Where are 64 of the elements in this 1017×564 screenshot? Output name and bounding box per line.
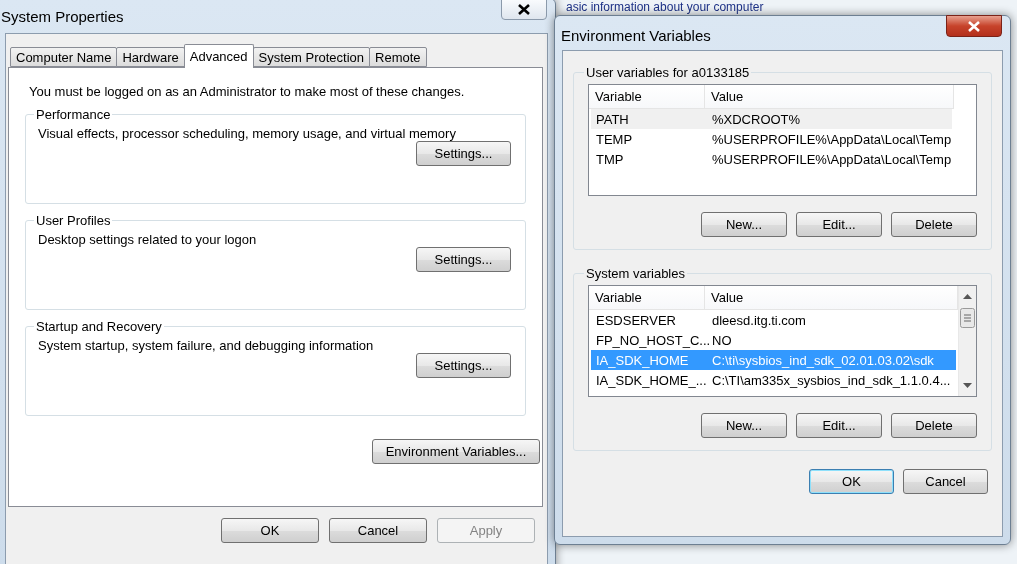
- window-title: Environment Variables: [561, 26, 711, 44]
- dialog-button[interactable]: Cancel: [329, 518, 427, 543]
- group-title: User Profiles: [35, 213, 112, 228]
- close-button[interactable]: [946, 15, 1002, 37]
- variable-value: %USERPROFILE%\AppData\Local\Temp: [711, 131, 952, 147]
- variable-value: C:\TI\am335x_sysbios_ind_sdk_1.1.0.4...: [711, 372, 952, 388]
- variable-row[interactable]: IA_SDK_HOME_... C:\TI\am335x_sysbios_ind_sdk_1.1.0.4...: [591, 370, 956, 390]
- list-button[interactable]: New...: [701, 212, 787, 237]
- group-description: System startup, system failure, and debugging information: [38, 338, 375, 353]
- column-header[interactable]: Variable: [589, 286, 705, 309]
- list-button[interactable]: Delete: [891, 413, 977, 438]
- variable-name: IA_SDK_HOME: [595, 352, 690, 368]
- background-heading: asic information about your computer: [566, 0, 764, 14]
- settings-button[interactable]: Settings...: [416, 141, 511, 166]
- variable-name: TMP: [595, 151, 625, 167]
- scroll-down-icon[interactable]: [963, 383, 972, 389]
- variable-row[interactable]: TEMP %USERPROFILE%\AppData\Local\Temp: [591, 129, 952, 149]
- variable-name: FP_NO_HOST_C...: [595, 332, 707, 348]
- variable-row[interactable]: PATH %XDCROOT%: [591, 109, 952, 129]
- variable-value: NO: [711, 332, 733, 348]
- variables-list[interactable]: Variable Value PATH %XDCROOT% TEMP %USERPROFILE%\AppData\Local\Temp TMP %USERPROFILE%\AppData\Local\Temp: [588, 84, 977, 196]
- variable-name: IA_SDK_HOME_...: [595, 372, 707, 388]
- scroll-up-icon[interactable]: [963, 294, 972, 300]
- dialog-button[interactable]: OK: [221, 518, 319, 543]
- variable-value: dleesd.itg.ti.com: [711, 312, 807, 328]
- variable-row[interactable]: ESDSERVER dleesd.itg.ti.com: [591, 310, 956, 330]
- variable-value: C:\ti\sysbios_ind_sdk_02.01.03.02\sdk: [711, 352, 935, 368]
- variable-value: %USERPROFILE%\AppData\Local\Temp: [711, 151, 952, 167]
- close-icon: [518, 3, 530, 15]
- variable-value: %XDCROOT%: [711, 111, 802, 127]
- tab[interactable]: System Protection: [252, 47, 371, 67]
- tab[interactable]: Advanced: [183, 44, 254, 68]
- dialog-button[interactable]: OK: [809, 469, 894, 494]
- group-title: Startup and Recovery: [35, 319, 163, 334]
- dialog-button[interactable]: Cancel: [903, 469, 988, 494]
- list-button[interactable]: Delete: [891, 212, 977, 237]
- variable-name: ESDSERVER: [595, 312, 677, 328]
- variable-row[interactable]: FP_NO_HOST_C...NO: [591, 330, 956, 350]
- variable-name: PATH: [595, 111, 630, 127]
- variable-row[interactable]: TMP %USERPROFILE%\AppData\Local\Temp: [591, 149, 952, 169]
- settings-button[interactable]: Settings...: [416, 353, 511, 378]
- group-title: Performance: [35, 107, 112, 122]
- variables-list[interactable]: Variable Value ESDSERVER dleesd.itg.ti.com FP_NO_HOST_C...NO IA_SDK_HOME C:\ti\sysbios_ind_sdk_02.01.03.02\sdk IA_SDK_HOME_... C:\TI\am335x_sysbios_ind_sdk_1.1.0.4...: [588, 285, 977, 397]
- group-description: Desktop settings related to your logon: [38, 232, 258, 247]
- close-button[interactable]: [501, 0, 547, 20]
- column-header[interactable]: Variable: [589, 85, 705, 108]
- scroll-thumb-icon[interactable]: [960, 308, 975, 328]
- column-header[interactable]: Value: [705, 85, 954, 108]
- scroll-bar[interactable]: [958, 286, 976, 396]
- variable-name: TEMP: [595, 131, 634, 147]
- list-button[interactable]: New...: [701, 413, 787, 438]
- group-title: System variables: [585, 266, 686, 281]
- environment-variables-button[interactable]: Environment Variables...: [372, 439, 540, 464]
- group-description: Visual effects, processor scheduling, memory usage, and virtual memory: [38, 126, 457, 141]
- tab[interactable]: Computer Name: [10, 47, 118, 67]
- group-title: User variables for a0133185: [585, 65, 751, 80]
- close-icon: [968, 20, 980, 32]
- window-title: System Properties: [1, 7, 124, 25]
- list-button[interactable]: Edit...: [796, 413, 882, 438]
- notice-text: You must be logged on as an Administrator to make most of these changes.: [29, 84, 466, 99]
- tab[interactable]: Hardware: [116, 47, 185, 67]
- list-button[interactable]: Edit...: [796, 212, 882, 237]
- settings-button[interactable]: Settings...: [416, 247, 511, 272]
- tab[interactable]: Remote: [369, 47, 427, 67]
